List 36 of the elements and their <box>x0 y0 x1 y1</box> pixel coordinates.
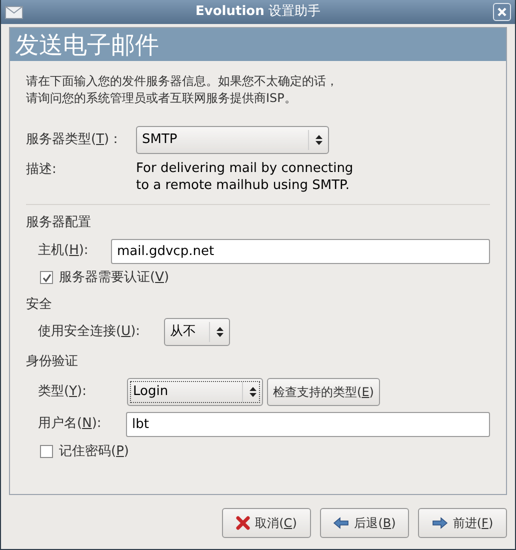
up-down-arrows-icon <box>216 326 224 338</box>
section-heading: 服务器配置 <box>26 214 92 232</box>
left-arrow-icon <box>333 517 350 529</box>
host-field[interactable]: mail.gdvcp.net <box>111 238 490 264</box>
wizard-button[interactable]: 后退(B) <box>320 508 409 538</box>
up-down-arrows-icon <box>315 134 323 146</box>
auth-type-dropdown[interactable]: Login <box>127 378 263 406</box>
checkbox-label: 记住密码(P) <box>59 442 129 461</box>
field-label: 描述: <box>26 161 58 179</box>
description-text: For delivering mail by connecting to a remote mailhub using SMTP. <box>136 160 354 194</box>
security-dropdown[interactable]: 从不 <box>164 318 230 346</box>
intro-text: 请询问您的系统管理员或者互联网服务提供商ISP。 <box>26 90 296 107</box>
page-title: 发送电子邮件 <box>15 32 159 56</box>
wizard-button[interactable]: 取消(C) <box>222 508 311 538</box>
section-heading: 身份验证 <box>26 353 79 371</box>
close-button[interactable] <box>493 3 511 21</box>
field-label: 用户名(N): <box>38 415 102 434</box>
field-label: 类型(Y): <box>38 382 88 401</box>
section-heading: 安全 <box>26 296 53 314</box>
checkbox[interactable] <box>40 271 53 284</box>
username-field[interactable]: lbt <box>126 412 490 436</box>
close-icon <box>497 7 507 17</box>
checkbox-label: 服务器需要认证(V) <box>59 268 170 287</box>
window-title: Evolution 设置助手 <box>194 3 322 22</box>
field-label: 主机(H): <box>38 242 90 260</box>
wizard-button[interactable]: 前进(F) <box>418 508 507 538</box>
field-label: 使用安全连接(U): <box>38 323 142 342</box>
server-type-dropdown[interactable]: SMTP <box>136 126 329 154</box>
envelope-icon <box>5 6 23 18</box>
intro-text: 请在下面输入您的发件服务器信息。如果您不太确定的话， <box>26 73 338 90</box>
field-label: 服务器类型(T)： <box>26 131 124 150</box>
checkbox[interactable] <box>40 445 53 458</box>
check-types-button[interactable]: 检查支持的类型(E) <box>267 378 380 406</box>
up-down-arrows-icon <box>249 386 257 398</box>
right-arrow-icon <box>432 517 448 529</box>
close-icon <box>236 516 250 530</box>
